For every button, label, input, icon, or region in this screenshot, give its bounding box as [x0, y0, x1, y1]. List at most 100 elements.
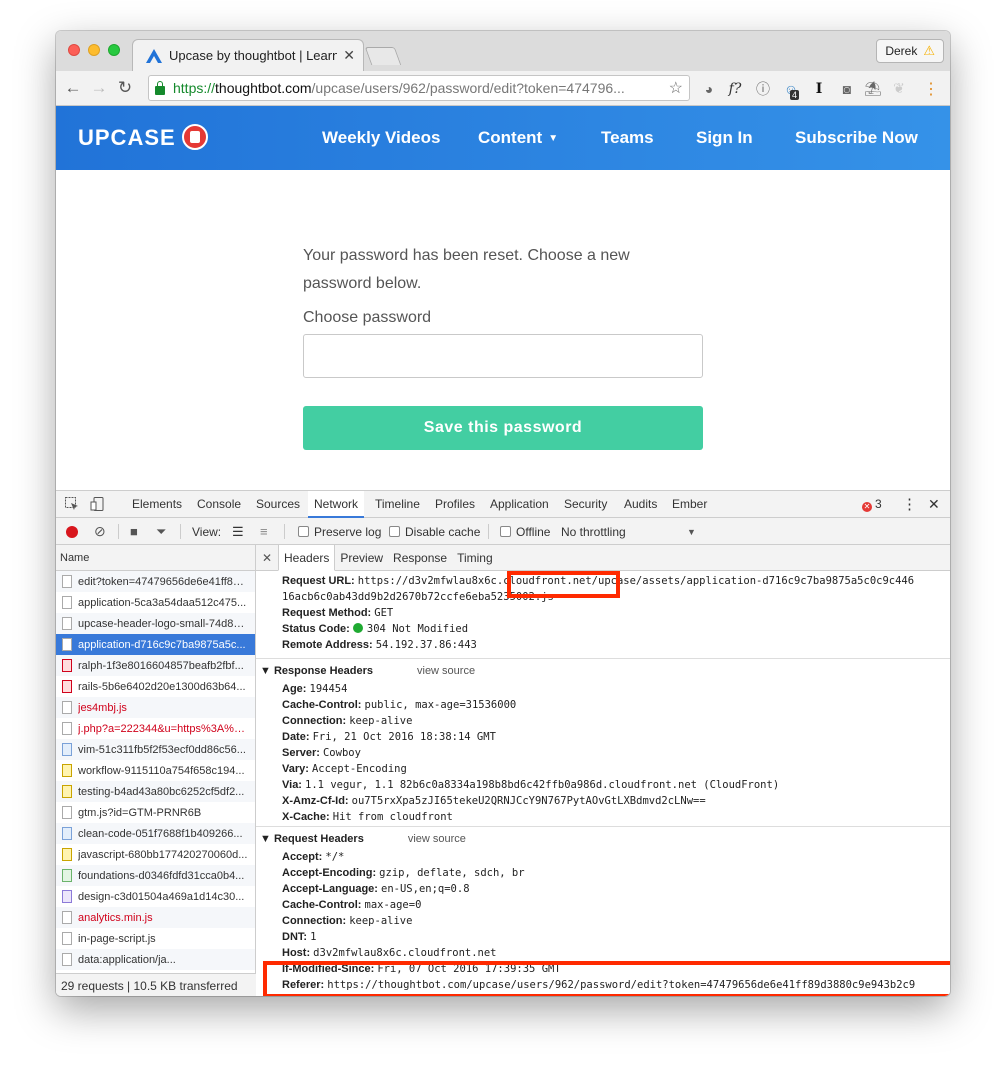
- devtools-tab-audits[interactable]: Audits: [618, 491, 663, 518]
- request-row[interactable]: application-5ca3a54daa512c475...: [56, 592, 255, 613]
- password-input[interactable]: [303, 334, 703, 378]
- request-row[interactable]: workflow-9115110a754f658c194...: [56, 760, 255, 781]
- disable-cache-checkbox[interactable]: Disable cache: [389, 518, 480, 545]
- window-close-button[interactable]: [68, 44, 80, 56]
- request-row[interactable]: javascript-680bb177420270060d...: [56, 844, 255, 865]
- devtools-tab-network[interactable]: Network: [308, 491, 365, 518]
- file-type-icon: [62, 869, 72, 882]
- nav-weekly-videos[interactable]: Weekly Videos: [322, 106, 440, 170]
- waterfall-view-icon[interactable]: ≡: [260, 518, 268, 545]
- device-toolbar-icon[interactable]: [90, 496, 106, 512]
- request-row[interactable]: upcase-header-logo-small-74d88...: [56, 613, 255, 634]
- nav-sign-in[interactable]: Sign In: [696, 106, 753, 170]
- request-row[interactable]: vim-51c311fb5f2f53ecf0dd86c56...: [56, 739, 255, 760]
- browser-tab[interactable]: Upcase by thoughtbot | Learn ✕: [132, 39, 364, 71]
- nav-teams[interactable]: Teams: [601, 106, 654, 170]
- close-detail-icon[interactable]: ✕: [256, 551, 278, 565]
- nav-content[interactable]: Content ▼: [478, 106, 558, 170]
- new-tab-button[interactable]: [364, 47, 402, 65]
- request-row[interactable]: ralph-1f3e8016604857beafb2fbf...: [56, 655, 255, 676]
- list-view-icon[interactable]: ☰: [232, 518, 244, 545]
- response-headers-toggle[interactable]: ▼ Response Headers view source: [260, 665, 475, 677]
- request-row[interactable]: design-c3d01504a469a1d14c30...: [56, 886, 255, 907]
- devtools-tab-timeline[interactable]: Timeline: [369, 491, 426, 518]
- header-line: Via: 1.1 vegur, 1.1 82b6c0a8334a198b8bd6…: [282, 779, 779, 791]
- window-maximize-button[interactable]: [108, 44, 120, 56]
- file-type-icon: [62, 785, 72, 798]
- nav-subscribe-now[interactable]: Subscribe Now: [795, 106, 918, 170]
- inspect-element-icon[interactable]: [64, 496, 80, 512]
- extension-beach-icon[interactable]: ⛱: [862, 71, 884, 106]
- extension-leaf-icon[interactable]: ❦: [888, 71, 910, 106]
- request-row[interactable]: edit?token=47479656de6e41ff89...: [56, 571, 255, 592]
- chrome-menu-icon[interactable]: ⋮: [920, 71, 942, 106]
- extension-instapaper-icon[interactable]: I: [808, 71, 830, 106]
- network-summary: 29 requests | 10.5 KB transferred: [56, 973, 256, 996]
- header-key: Request URL:: [282, 575, 358, 587]
- name-column-header[interactable]: Name: [56, 545, 255, 571]
- devtools-tab-console[interactable]: Console: [191, 491, 247, 518]
- header-value: en-US,en;q=0.8: [381, 883, 470, 895]
- window-minimize-button[interactable]: [88, 44, 100, 56]
- extension-ghost-icon[interactable]: ☺: [780, 71, 802, 106]
- request-row[interactable]: clean-code-051f7688f1b409266...: [56, 823, 255, 844]
- reload-icon[interactable]: ↻: [112, 78, 138, 98]
- devtools-menu-icon[interactable]: ⋮: [902, 491, 917, 518]
- upcase-logo[interactable]: UPCASE: [78, 125, 176, 151]
- headers-content: ▼ Response Headers view source ▼ Request …: [256, 571, 950, 996]
- request-row[interactable]: data:application/ja...: [56, 949, 255, 970]
- request-row[interactable]: testing-b4ad43a80bc6252cf5df2...: [56, 781, 255, 802]
- extension-info-icon[interactable]: ⓘ: [752, 71, 774, 106]
- request-name: workflow-9115110a754f658c194...: [78, 764, 245, 777]
- request-row[interactable]: j.php?a=222344&u=https%3A%2...: [56, 718, 255, 739]
- file-type-icon: [62, 722, 72, 735]
- error-counter[interactable]: ✕ 3: [862, 491, 882, 518]
- request-name: javascript-680bb177420270060d...: [78, 848, 248, 861]
- request-row[interactable]: analytics.min.js: [56, 907, 255, 928]
- request-row[interactable]: gtm.js?id=GTM-PRNR6B: [56, 802, 255, 823]
- request-row[interactable]: jes4mbj.js: [56, 697, 255, 718]
- save-password-button[interactable]: Save this password: [303, 406, 703, 450]
- request-headers-toggle[interactable]: ▼ Request Headers view source: [260, 833, 466, 845]
- detail-tab-headers[interactable]: Headers: [278, 544, 336, 571]
- devtools-tab-ember[interactable]: Ember: [666, 491, 713, 518]
- throttling-select[interactable]: No throttling ▼: [561, 518, 701, 545]
- extension-whatfont-icon[interactable]: f?: [724, 71, 746, 106]
- extension-camera-icon[interactable]: ◙: [836, 71, 858, 106]
- detail-tab-timing[interactable]: Timing: [452, 545, 498, 571]
- profile-button[interactable]: Derek ⚠: [876, 39, 944, 63]
- tab-close-icon[interactable]: ✕: [343, 47, 355, 64]
- request-name: foundations-d0346fdfd31cca0b4...: [78, 869, 245, 882]
- request-row[interactable]: in-page-script.js: [56, 928, 255, 949]
- screenshot-camera-icon[interactable]: ■: [130, 518, 138, 545]
- bookmark-star-icon[interactable]: ☆: [669, 78, 683, 98]
- address-bar[interactable]: https://thoughtbot.com/upcase/users/962/…: [148, 75, 690, 101]
- preserve-log-checkbox[interactable]: Preserve log: [298, 518, 381, 545]
- detail-tab-response[interactable]: Response: [388, 545, 452, 571]
- devtools-tab-security[interactable]: Security: [558, 491, 613, 518]
- request-name: vim-51c311fb5f2f53ecf0dd86c56...: [78, 743, 246, 756]
- header-line: Accept-Language: en-US,en;q=0.8: [282, 883, 470, 895]
- request-row[interactable]: rails-5b6e6402d20e1300d63b64...: [56, 676, 255, 697]
- extension-compass-icon[interactable]: ◕: [698, 71, 720, 106]
- devtools-tab-profiles[interactable]: Profiles: [429, 491, 481, 518]
- view-source-link[interactable]: view source: [417, 665, 475, 677]
- header-value: 304 Not Modified: [366, 623, 469, 635]
- forward-arrow-icon[interactable]: →: [86, 78, 112, 98]
- request-row[interactable]: application-d716c9c7ba9875a5c...: [56, 634, 255, 655]
- devtools-tab-application[interactable]: Application: [484, 491, 555, 518]
- view-source-link[interactable]: view source: [408, 833, 466, 845]
- request-row[interactable]: foundations-d0346fdfd31cca0b4...: [56, 865, 255, 886]
- record-icon[interactable]: [66, 525, 78, 538]
- filter-icon[interactable]: ⏷: [156, 518, 166, 545]
- request-name: in-page-script.js: [78, 932, 156, 945]
- detail-tab-preview[interactable]: Preview: [335, 545, 388, 571]
- devtools-tab-elements[interactable]: Elements: [126, 491, 188, 518]
- back-arrow-icon[interactable]: ←: [60, 78, 86, 98]
- devtools-tab-sources[interactable]: Sources: [250, 491, 306, 518]
- offline-checkbox[interactable]: Offline: [500, 518, 550, 545]
- clear-icon[interactable]: ⊘: [94, 518, 106, 545]
- file-type-icon: [62, 764, 72, 777]
- request-name: upcase-header-logo-small-74d88...: [78, 617, 248, 630]
- devtools-close-icon[interactable]: ✕: [928, 491, 940, 518]
